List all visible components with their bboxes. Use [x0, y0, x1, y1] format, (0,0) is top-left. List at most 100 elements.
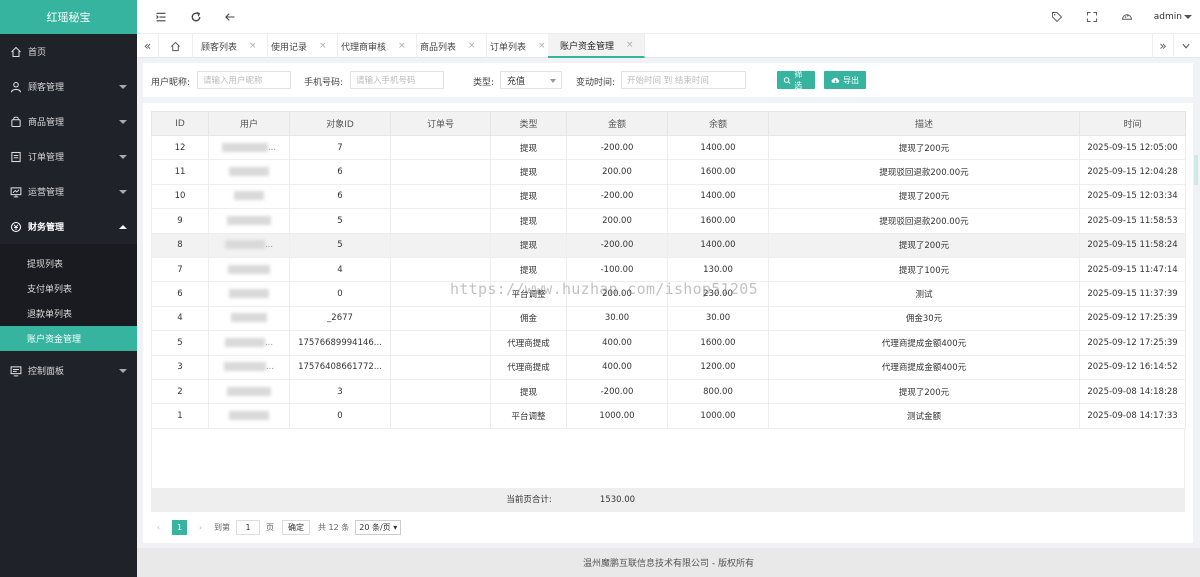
cell-order [390, 134, 491, 161]
page-size-select[interactable]: 20 条/页 ▾ [355, 519, 402, 535]
table-empty-area [151, 428, 1185, 488]
cell-amount: 400.00 [566, 354, 668, 380]
cell-type: 佣金 [490, 305, 567, 332]
table-row[interactable]: 8... 5 提现 -200.00 1400.00 提现了200元 2025-09-15 1… [151, 232, 1186, 258]
back-arrow-icon[interactable] [223, 10, 237, 24]
time-range-input[interactable]: 开始时间 到 结束时间 [621, 71, 746, 89]
close-icon[interactable]: × [626, 40, 634, 50]
theme-icon[interactable] [1120, 10, 1134, 24]
table-row[interactable]: 3... 17576408661772... 代理商提成 400.00 1200.00 代… [151, 354, 1186, 380]
goto-prefix: 到第 [214, 522, 230, 532]
cell-user: ... [208, 134, 290, 161]
table-row[interactable]: 4 _2677 佣金 30.00 30.00 佣金30元 2025-09-12 17:25:… [151, 305, 1186, 332]
table-row[interactable]: 2 3 提现 -200.00 800.00 提现了200元 2025-09-08 14:18… [151, 378, 1186, 405]
cell-desc: 提现了200元 [768, 183, 1080, 210]
tab-usage-records[interactable]: 使用记录 × [259, 34, 338, 58]
tab-order-list[interactable]: 订单列表 × [478, 34, 557, 58]
cell-desc: 代理商提成金额400元 [768, 354, 1080, 380]
table-row[interactable]: 9 5 提现 200.00 1600.00 提现驳回退款200.00元 2025-09-15… [151, 208, 1186, 234]
nickname-input[interactable]: 请输入用户昵称 [197, 71, 291, 89]
table-row[interactable]: 11 6 提现 200.00 1600.00 提现驳回退款200.00元 2025-09-1… [151, 159, 1186, 185]
sidebar-item-control-panel[interactable]: 控制面板 [0, 353, 137, 388]
prev-page-icon[interactable]: ‹ [151, 520, 166, 535]
column-header: 余额 [667, 111, 769, 136]
sidebar-item-orders[interactable]: 订单管理 [0, 139, 137, 174]
page-button-current[interactable]: 1 [172, 519, 187, 535]
export-button-label: 导出 [843, 75, 859, 85]
tag-icon[interactable] [1050, 10, 1064, 24]
table-row[interactable]: 10 6 提现 -200.00 1400.00 提现了200元 2025-09-15 12:… [151, 183, 1186, 210]
cell-obj: 6 [289, 159, 391, 185]
cell-time: 2025-09-15 11:58:24 [1079, 232, 1186, 258]
cell-desc: 测试 [768, 281, 1080, 307]
tab-account-funds[interactable]: 账户资金管理 × [548, 34, 645, 58]
cell-balance: 1600.00 [667, 330, 769, 356]
search-button[interactable]: 筛选 [777, 70, 815, 90]
sidebar-item-home[interactable]: 首页 [0, 34, 137, 69]
close-icon[interactable]: × [538, 41, 546, 51]
tab-product-list[interactable]: 商品列表 × [408, 34, 487, 58]
sidebar-item-products[interactable]: 商品管理 [0, 104, 137, 139]
tab-customer-list[interactable]: 顾客列表 × [189, 34, 268, 58]
chevron-down-icon[interactable] [1184, 15, 1192, 19]
redacted-user-image [231, 313, 267, 323]
cell-user [208, 159, 290, 185]
search-icon [783, 76, 791, 84]
fullscreen-icon[interactable] [1085, 10, 1099, 24]
tab-label: 账户资金管理 [560, 41, 615, 52]
menu-toggle-icon[interactable] [154, 10, 168, 24]
sidebar-item-finance[interactable]: 财务管理 [0, 209, 137, 244]
user-menu-name[interactable]: admin [1154, 12, 1182, 22]
scrollbar-thumb[interactable] [1194, 155, 1198, 185]
cell-time: 2025-09-08 14:18:28 [1079, 378, 1186, 405]
next-page-icon[interactable]: › [193, 520, 208, 535]
close-icon[interactable]: × [398, 41, 406, 51]
table-row[interactable]: 7 4 提现 -100.00 130.00 提现了100元 2025-09-15 11:47… [151, 256, 1186, 283]
goto-confirm-button[interactable]: 确定 [282, 519, 310, 535]
goto-page-input[interactable]: 1 [236, 519, 260, 535]
close-icon[interactable]: × [319, 41, 327, 51]
sidebar-subitem-refund-list[interactable]: 退款单列表 [0, 301, 137, 326]
tab-scroll-right-icon[interactable]: » [1152, 34, 1174, 58]
sidebar-item-label: 首页 [28, 48, 47, 58]
redacted-user-image [224, 337, 265, 347]
cell-user: ... [208, 330, 290, 356]
time-label: 变动时间: [576, 78, 616, 88]
tab-agent-review[interactable]: 代理商审核 × [329, 34, 417, 58]
cell-id: 5 [151, 330, 209, 356]
chevron-down-icon [119, 84, 127, 89]
phone-input[interactable]: 请输入手机号码 [350, 71, 444, 89]
tab-label: 使用记录 [271, 42, 308, 53]
tab-scroll-left-icon[interactable]: « [137, 34, 159, 58]
column-header: ID [151, 111, 209, 136]
column-header: 金额 [566, 111, 668, 136]
table-row[interactable]: 1 0 平台调整 1000.00 1000.00 测试金额 2025-09-08 14:17… [151, 403, 1186, 429]
tab-more-icon[interactable] [1175, 34, 1197, 58]
sidebar-subitem-account-funds[interactable]: 账户资金管理 [0, 326, 137, 351]
table-row[interactable]: 12... 7 提现 -200.00 1400.00 提现了200元 2025-09-15 … [151, 134, 1186, 161]
cell-user [208, 305, 290, 332]
sidebar-item-customers[interactable]: 顾客管理 [0, 69, 137, 104]
tab-home-icon[interactable] [159, 34, 193, 58]
close-icon[interactable]: × [249, 41, 257, 51]
chevron-up-icon [119, 224, 127, 229]
cell-user [208, 256, 290, 283]
table-row[interactable]: 5... 17576689994146... 代理商提成 400.00 1600.00 代… [151, 330, 1186, 356]
close-icon[interactable]: × [468, 41, 476, 51]
sidebar-item-operations[interactable]: 运营管理 [0, 174, 137, 209]
cell-order [390, 305, 491, 332]
cell-obj: 3 [289, 378, 391, 405]
cell-user [208, 208, 290, 234]
refresh-icon[interactable] [189, 10, 203, 24]
sidebar-subitem-withdraw-list[interactable]: 提现列表 [0, 251, 137, 276]
export-button[interactable]: 导出 [824, 71, 866, 89]
goto-suffix: 页 [266, 522, 274, 532]
cell-time: 2025-09-15 12:04:28 [1079, 159, 1186, 185]
type-select[interactable]: 充值 [500, 71, 562, 89]
cell-desc: 代理商提成金额400元 [768, 330, 1080, 356]
sidebar-subitem-payment-list[interactable]: 支付单列表 [0, 276, 137, 301]
redacted-user-image [228, 264, 270, 274]
watermark-text: https://www.huzhan.com/ishop51205 [450, 280, 758, 298]
tab-label: 代理商审核 [341, 42, 387, 53]
app-logo[interactable]: 红瑶秘宝 [0, 0, 137, 34]
